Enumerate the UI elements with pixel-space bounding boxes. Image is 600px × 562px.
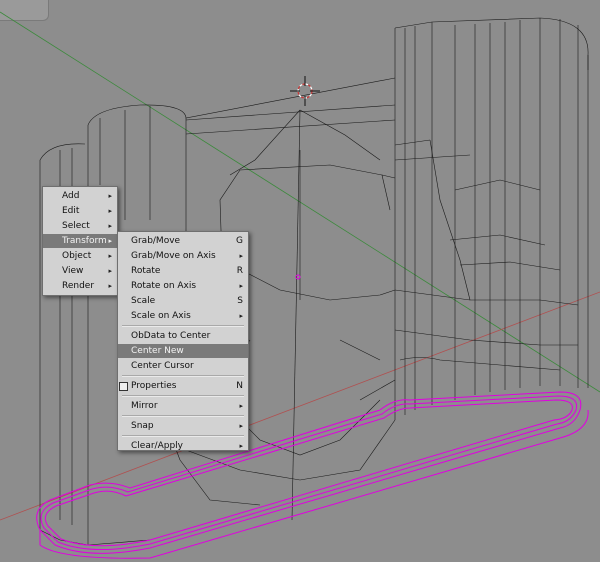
menu-item-label: Grab/Move: [131, 236, 181, 246]
submenu-arrow-icon: ▸: [239, 442, 243, 450]
menu-item-rotate-on-axis[interactable]: Rotate on Axis ▸: [118, 279, 248, 293]
shortcut-key: S: [237, 296, 243, 306]
submenu-arrow-icon: ▸: [239, 312, 243, 320]
menu-item-snap[interactable]: Snap ▸: [118, 419, 248, 433]
menu-item-label: Render: [62, 281, 95, 291]
menu-item-label: Clear/Apply: [131, 441, 183, 451]
menu-item-grab-move[interactable]: Grab/Move G: [118, 234, 248, 248]
menu-item-edit[interactable]: Edit ▸: [43, 204, 117, 218]
menu-item-label: Transform: [62, 236, 107, 246]
menu-item-label: Snap: [131, 421, 154, 431]
menu-item-label: Mirror: [131, 401, 158, 411]
submenu-arrow-icon: ▸: [239, 402, 243, 410]
menu-item-label: Object: [62, 251, 92, 261]
menu-item-view[interactable]: View ▸: [43, 264, 117, 278]
menu-separator: [122, 395, 244, 397]
menu-item-clear-apply[interactable]: Clear/Apply ▸: [118, 439, 248, 453]
menu-item-mirror[interactable]: Mirror ▸: [118, 399, 248, 413]
menu-item-label: Scale on Axis: [131, 311, 191, 321]
3d-viewport[interactable]: Add ▸ Edit ▸ Select ▸ Transform ▸ Object ▸ View ▸ Re…: [0, 0, 600, 562]
menu-item-label: Rotate on Axis: [131, 281, 197, 291]
shortcut-key: N: [236, 381, 243, 391]
menu-item-select[interactable]: Select ▸: [43, 219, 117, 233]
menu-item-obdata-to-center[interactable]: ObData to Center: [118, 329, 248, 343]
menu-item-rotate[interactable]: Rotate R: [118, 264, 248, 278]
menu-item-label: Add: [62, 191, 80, 201]
menu-item-label: Rotate: [131, 266, 161, 276]
menu-item-transform[interactable]: Transform ▸: [43, 234, 117, 248]
viewport-popup-menu: Add ▸ Edit ▸ Select ▸ Transform ▸ Object ▸ View ▸ Re…: [42, 186, 118, 296]
submenu-arrow-icon: ▸: [239, 282, 243, 290]
submenu-arrow-icon: ▸: [239, 252, 243, 260]
menu-item-label: Select: [62, 221, 90, 231]
menu-item-label: ObData to Center: [131, 331, 211, 341]
menu-item-label: Edit: [62, 206, 80, 216]
menu-item-center-cursor[interactable]: Center Cursor: [118, 359, 248, 373]
menu-separator: [122, 375, 244, 377]
submenu-arrow-icon: ▸: [108, 282, 112, 290]
menu-separator: [122, 415, 244, 417]
menu-item-label: Center Cursor: [131, 361, 194, 371]
transform-submenu: Grab/Move G Grab/Move on Axis ▸ Rotate R Rotat…: [117, 231, 249, 451]
submenu-arrow-icon: ▸: [108, 237, 112, 245]
submenu-arrow-icon: ▸: [108, 192, 112, 200]
x-axis-line: [0, 291, 600, 521]
menu-item-label: Scale: [131, 296, 156, 306]
menu-separator: [122, 435, 244, 437]
menu-item-scale-on-axis[interactable]: Scale on Axis ▸: [118, 309, 248, 323]
submenu-arrow-icon: ▸: [108, 252, 112, 260]
3d-cursor-icon: [290, 76, 320, 106]
menu-item-properties[interactable]: Properties N: [118, 379, 248, 393]
shortcut-key: R: [236, 266, 243, 276]
checkbox-icon: [119, 382, 128, 391]
menu-item-add[interactable]: Add ▸: [43, 189, 117, 203]
menu-item-object[interactable]: Object ▸: [43, 249, 117, 263]
menu-separator: [122, 325, 244, 327]
submenu-arrow-icon: ▸: [108, 222, 112, 230]
submenu-arrow-icon: ▸: [108, 207, 112, 215]
submenu-arrow-icon: ▸: [108, 267, 112, 275]
menu-item-label: Properties: [131, 381, 177, 391]
menu-item-label: Center New: [131, 346, 184, 356]
menu-item-label: View: [62, 266, 84, 276]
shortcut-key: G: [236, 236, 243, 246]
menu-item-label: Grab/Move on Axis: [131, 251, 216, 261]
menu-item-grab-move-on-axis[interactable]: Grab/Move on Axis ▸: [118, 249, 248, 263]
submenu-arrow-icon: ▸: [239, 422, 243, 430]
menu-item-center-new[interactable]: Center New: [118, 344, 248, 358]
menu-item-render[interactable]: Render ▸: [43, 279, 117, 293]
menu-item-scale[interactable]: Scale S: [118, 294, 248, 308]
